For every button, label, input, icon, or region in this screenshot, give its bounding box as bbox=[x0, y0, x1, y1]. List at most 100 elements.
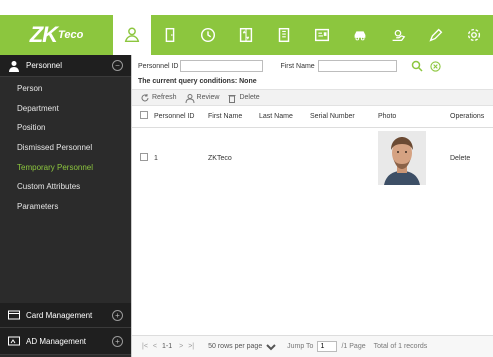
first-name-label: First Name bbox=[280, 62, 315, 70]
main-content: Personnel ID First Name The current quer… bbox=[131, 55, 493, 357]
module-nav bbox=[113, 15, 493, 55]
jump-to-input[interactable] bbox=[317, 341, 338, 352]
first-name-input[interactable] bbox=[317, 60, 397, 72]
personnel-id-label: Personnel ID bbox=[138, 62, 179, 70]
logo-brand-main: ZK bbox=[29, 22, 58, 47]
delete-label: Delete bbox=[239, 94, 260, 101]
id-card-icon bbox=[314, 28, 330, 42]
personnel-table: Personnel ID First Name Last Name Serial… bbox=[132, 106, 493, 189]
col-last-name[interactable]: Last Name bbox=[255, 106, 306, 128]
hand-icon bbox=[392, 29, 406, 42]
col-personnel-id[interactable]: Personnel ID bbox=[150, 106, 204, 128]
sidebar-group-label-card: Card Management bbox=[26, 310, 93, 320]
nav-patrol[interactable] bbox=[417, 15, 455, 55]
person-photo bbox=[378, 131, 426, 186]
row-checkbox[interactable] bbox=[140, 153, 148, 162]
nav-system[interactable] bbox=[455, 15, 493, 55]
delete-button[interactable]: Delete bbox=[227, 93, 260, 103]
sidebar-group-label: Personnel bbox=[26, 61, 63, 70]
nav-personnel[interactable] bbox=[113, 15, 151, 55]
last-page-button[interactable]: >| bbox=[188, 343, 194, 350]
col-serial-number[interactable]: Serial Number bbox=[306, 106, 374, 128]
sidebar-group-ad-management[interactable]: AD Management + bbox=[0, 328, 131, 355]
nav-attendance[interactable] bbox=[189, 15, 227, 55]
sidebar-item-custom-attributes[interactable]: Custom Attributes bbox=[0, 177, 131, 197]
page-total: /1 Page bbox=[341, 343, 366, 350]
row-delete-link[interactable]: Delete bbox=[450, 155, 470, 162]
cell-serial-number bbox=[306, 127, 374, 189]
next-page-button[interactable]: > bbox=[179, 343, 183, 350]
cell-operations: Delete bbox=[446, 127, 493, 189]
review-button[interactable]: Review bbox=[185, 93, 220, 103]
pen-icon bbox=[429, 28, 443, 42]
jump-to-label: Jump To bbox=[287, 343, 314, 350]
toolbar: Refresh Review Delete bbox=[132, 89, 493, 106]
total-records: Total of 1 records bbox=[373, 343, 428, 350]
door-icon bbox=[165, 27, 175, 43]
logo-brand-sub: Teco bbox=[58, 29, 84, 41]
rows-per-page-select[interactable]: 50 rows per page bbox=[204, 340, 280, 353]
sidebar-group-personnel[interactable]: Personnel − bbox=[0, 55, 131, 77]
person-photo-image bbox=[378, 131, 426, 186]
cell-photo bbox=[374, 127, 446, 189]
review-icon bbox=[185, 93, 195, 103]
nav-parking[interactable] bbox=[341, 15, 379, 55]
car-icon bbox=[354, 31, 366, 41]
sidebar-item-parameters[interactable]: Parameters bbox=[0, 197, 131, 217]
top-navigation-bar: ZK Teco bbox=[0, 15, 493, 55]
sidebar: Personnel − Person Department Position D… bbox=[0, 55, 131, 357]
gear-icon bbox=[467, 28, 481, 42]
refresh-icon bbox=[141, 93, 149, 101]
sidebar-group-card-management[interactable]: Card Management + bbox=[0, 303, 131, 328]
sidebar-list: Person Department Position Dismissed Per… bbox=[0, 77, 131, 216]
col-operations: Operations bbox=[446, 106, 493, 128]
search-icon[interactable] bbox=[411, 60, 423, 72]
sidebar-item-temporary-personnel[interactable]: Temporary Personnel bbox=[0, 157, 131, 177]
page-range: 1-1 bbox=[162, 343, 173, 350]
card-icon bbox=[8, 310, 20, 320]
cell-personnel-id: 1 bbox=[154, 154, 158, 162]
personnel-id-input[interactable] bbox=[180, 60, 264, 72]
row-select-cell bbox=[132, 127, 150, 189]
nav-visitor[interactable] bbox=[265, 15, 303, 55]
trash-icon bbox=[228, 94, 236, 103]
ad-icon bbox=[8, 336, 20, 346]
nav-elevator[interactable] bbox=[227, 15, 265, 55]
table-header-row: Personnel ID First Name Last Name Serial… bbox=[132, 106, 493, 128]
user-icon bbox=[9, 60, 19, 72]
sidebar-group-label-ad: AD Management bbox=[26, 336, 87, 346]
collapse-icon[interactable]: − bbox=[112, 60, 123, 71]
sidebar-item-position[interactable]: Position bbox=[0, 118, 131, 138]
refresh-button[interactable]: Refresh bbox=[140, 93, 177, 103]
review-label: Review bbox=[196, 94, 220, 101]
building-icon bbox=[278, 27, 290, 43]
expand-icon[interactable]: + bbox=[112, 310, 123, 321]
col-first-name[interactable]: First Name bbox=[204, 106, 255, 128]
nav-access[interactable] bbox=[151, 15, 189, 55]
nav-card[interactable] bbox=[303, 15, 341, 55]
col-photo[interactable]: Photo bbox=[374, 106, 446, 128]
nav-consumption[interactable] bbox=[379, 15, 417, 55]
expand-icon[interactable]: + bbox=[112, 336, 123, 347]
sidebar-item-person[interactable]: Person bbox=[0, 79, 131, 99]
select-all-checkbox[interactable] bbox=[140, 111, 148, 120]
cell-first-name: ZKTeco bbox=[208, 154, 232, 162]
query-conditions: The current query conditions: None bbox=[138, 78, 257, 85]
search-bar: Personnel ID First Name bbox=[132, 55, 493, 77]
table-row: 1 ZKTeco Delete bbox=[132, 127, 493, 189]
pagination-bar: |< < 1-1 > >| 50 rows per page Jump To /… bbox=[132, 335, 493, 357]
personnel-icon bbox=[124, 27, 140, 43]
sidebar-bottom-groups: Card Management + AD Management + bbox=[0, 303, 131, 355]
first-page-button[interactable]: |< bbox=[142, 343, 148, 350]
elevator-icon bbox=[239, 27, 253, 43]
cell-last-name bbox=[255, 127, 306, 189]
clock-icon bbox=[200, 27, 216, 43]
sidebar-item-department[interactable]: Department bbox=[0, 99, 131, 119]
select-all-cell bbox=[132, 106, 150, 128]
zkteco-logo: ZK Teco bbox=[0, 15, 113, 55]
window-top-strip bbox=[0, 0, 493, 15]
clear-icon[interactable] bbox=[430, 60, 441, 72]
sidebar-item-dismissed-personnel[interactable]: Dismissed Personnel bbox=[0, 138, 131, 158]
refresh-label: Refresh bbox=[152, 94, 177, 101]
prev-page-button[interactable]: < bbox=[153, 343, 157, 350]
